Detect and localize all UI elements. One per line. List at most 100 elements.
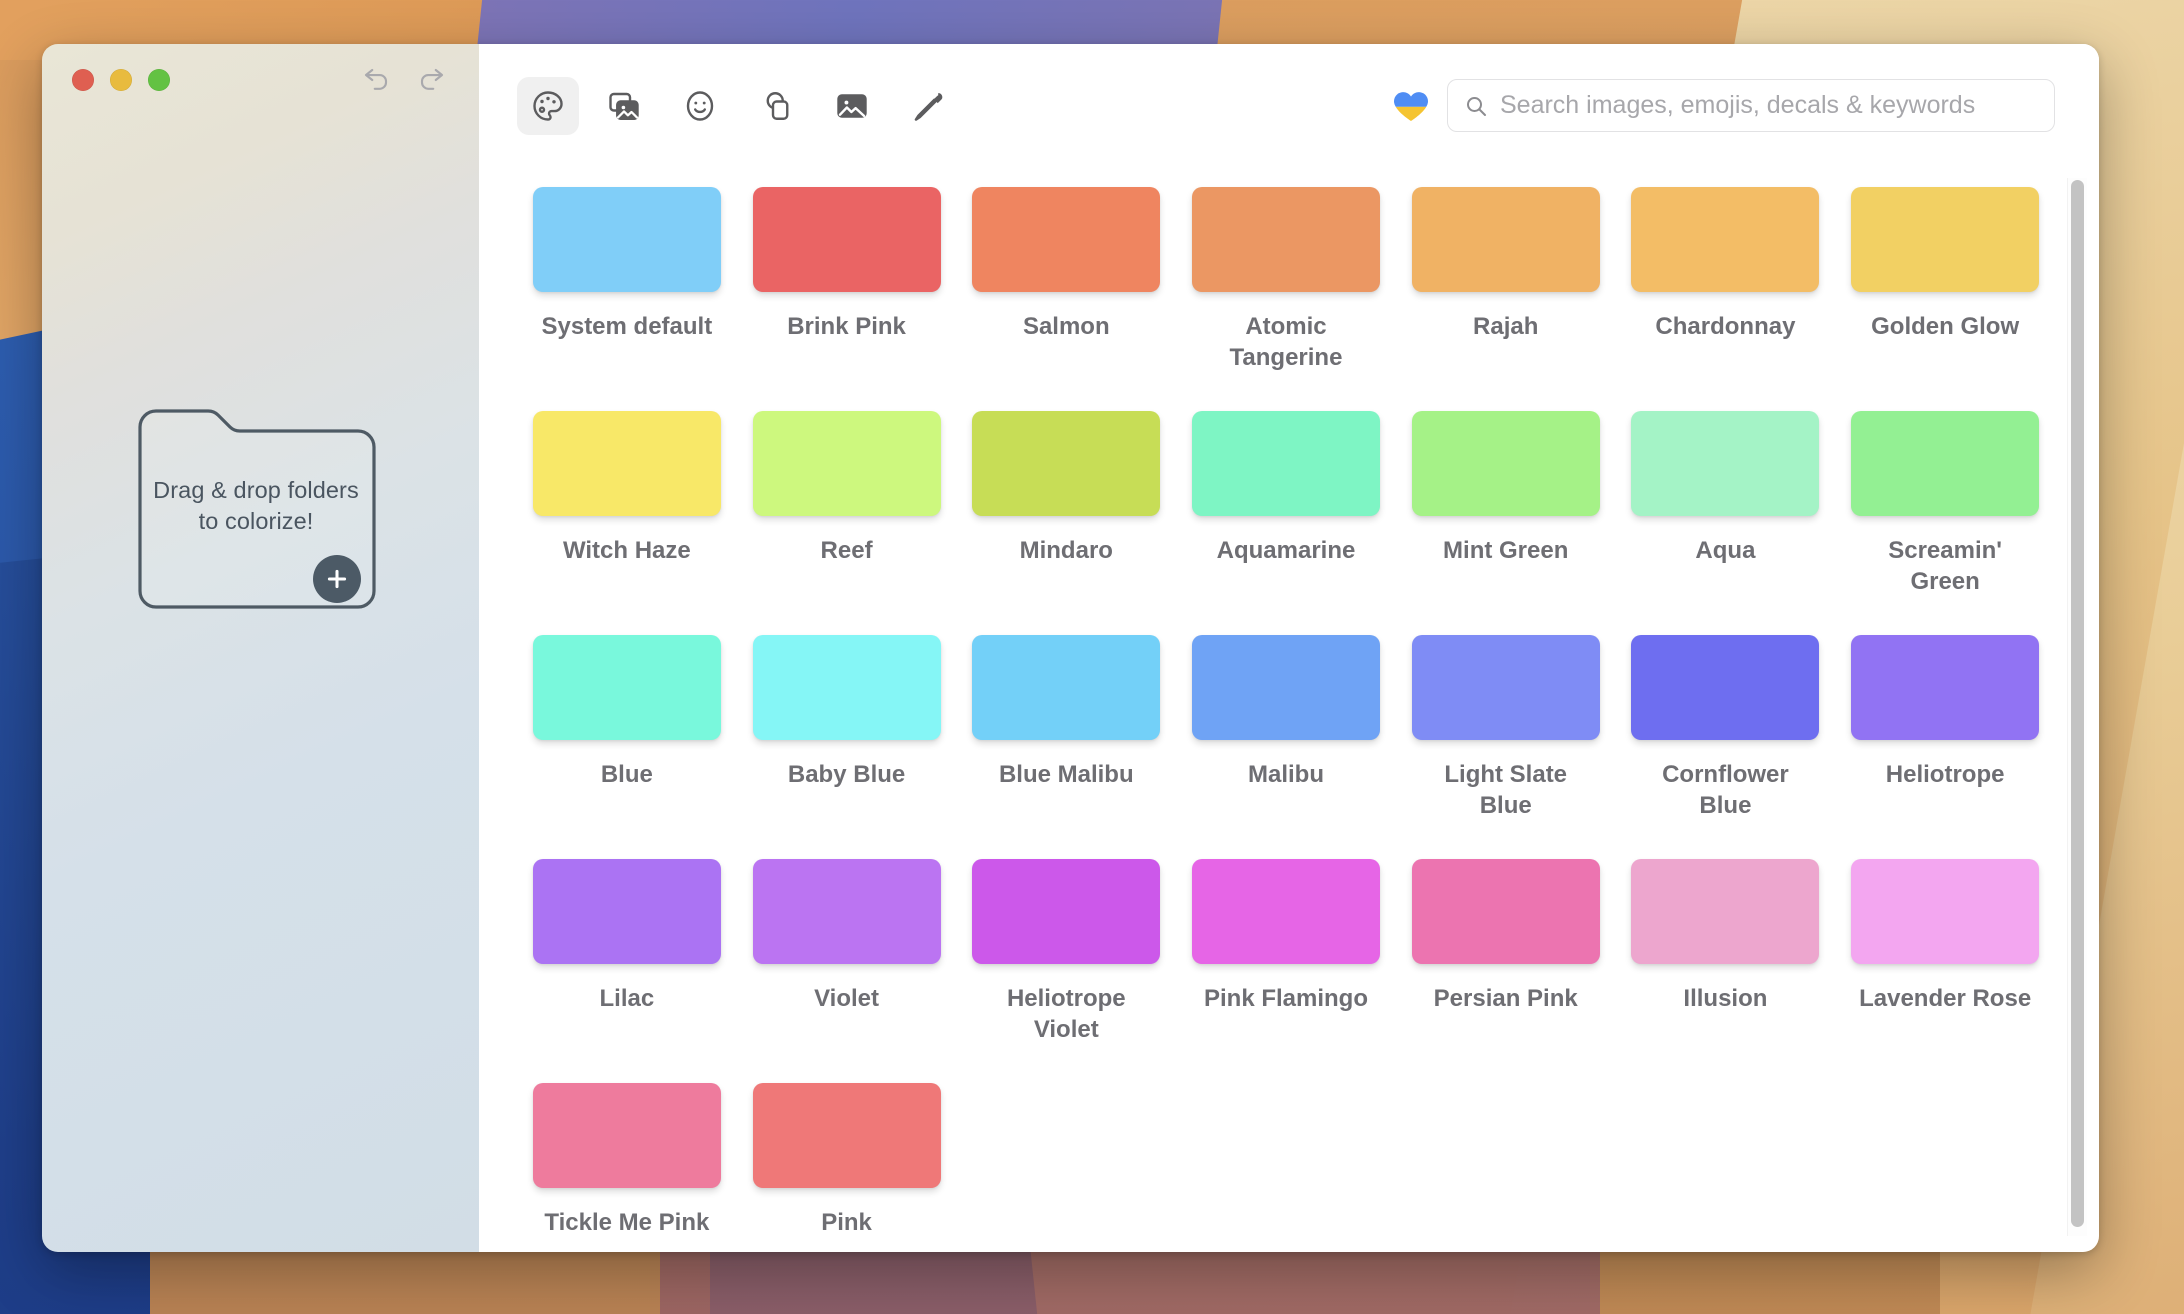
color-swatch-label: Salmon xyxy=(1022,313,1110,340)
tab-colors[interactable] xyxy=(517,76,579,135)
minimize-button[interactable] xyxy=(110,69,132,91)
color-swatch[interactable] xyxy=(1191,635,1380,740)
color-swatch-item[interactable]: Malibu xyxy=(1176,635,1396,859)
tab-color-picker[interactable] xyxy=(897,77,959,135)
search-icon xyxy=(1467,96,1486,116)
color-swatch-item[interactable]: Chardonnay xyxy=(1616,187,1836,411)
color-swatch-item[interactable]: Aquamarine xyxy=(1176,411,1396,635)
color-swatch-item[interactable]: Blue xyxy=(517,635,737,859)
smiley-icon xyxy=(686,90,714,121)
color-swatch[interactable] xyxy=(1191,187,1380,292)
color-swatch-item[interactable]: Pink Flamingo xyxy=(1176,859,1396,1083)
tab-shapes[interactable] xyxy=(745,77,807,135)
color-swatch-label: Chardonnay xyxy=(1655,313,1796,340)
color-swatch[interactable] xyxy=(752,859,941,964)
color-swatch-item[interactable]: Brink Pink xyxy=(737,187,957,411)
scrollbar-thumb[interactable] xyxy=(2071,180,2084,1228)
color-swatch[interactable] xyxy=(1411,411,1600,516)
color-swatch-item[interactable]: Aqua xyxy=(1616,411,1836,635)
color-swatch-item[interactable]: Pink xyxy=(737,1083,957,1252)
color-swatch-label: Blue xyxy=(600,761,653,788)
color-swatch[interactable] xyxy=(532,411,721,516)
color-swatch-item[interactable]: Screamin' Green xyxy=(1835,411,2055,635)
close-button[interactable] xyxy=(72,69,94,91)
vertical-scrollbar[interactable] xyxy=(2067,178,2087,1236)
color-swatch[interactable] xyxy=(752,187,941,292)
color-swatch-label: Heliotrope xyxy=(1885,761,2005,788)
color-swatch[interactable] xyxy=(1851,859,2040,964)
color-grid: System default Brink Pink Salmon Atomic Tan… xyxy=(517,187,2055,1252)
search-input[interactable] xyxy=(1500,91,2038,120)
color-swatch-label: Blue Malibu xyxy=(998,761,1134,788)
color-swatch[interactable] xyxy=(532,187,721,292)
color-swatch-item[interactable]: Mint Green xyxy=(1396,411,1616,635)
color-swatch-item[interactable]: Reef xyxy=(737,411,957,635)
desktop-wallpaper: Drag & drop folders to colorize! Search … xyxy=(0,0,2184,1314)
add-folder-button[interactable] xyxy=(313,555,361,603)
color-swatch[interactable] xyxy=(972,859,1161,964)
color-swatch[interactable] xyxy=(752,635,941,740)
color-swatch[interactable] xyxy=(532,1083,721,1188)
color-swatch-item[interactable]: Violet xyxy=(737,859,957,1083)
color-swatch[interactable] xyxy=(972,635,1161,740)
color-swatch-item[interactable]: Mindaro xyxy=(956,411,1176,635)
title-bar xyxy=(42,44,479,116)
zoom-button[interactable] xyxy=(148,69,170,91)
color-swatch-label: Reef xyxy=(820,537,873,564)
color-swatch-item[interactable]: System default xyxy=(517,187,737,411)
color-swatch-item[interactable]: Baby Blue xyxy=(737,635,957,859)
color-swatch[interactable] xyxy=(972,187,1161,292)
color-swatch[interactable] xyxy=(532,635,721,740)
ukraine-heart-icon[interactable] xyxy=(1391,86,1431,126)
color-swatch-label: Screamin' Green xyxy=(1888,537,2002,595)
color-swatch[interactable] xyxy=(972,411,1161,516)
color-swatch-item[interactable]: Salmon xyxy=(956,187,1176,411)
color-swatch-label: Mindaro xyxy=(1019,537,1113,564)
color-swatch[interactable] xyxy=(1851,411,2040,516)
tab-emojis[interactable] xyxy=(669,77,731,135)
color-swatch[interactable] xyxy=(1631,859,1820,964)
color-swatch-item[interactable]: Persian Pink xyxy=(1396,859,1616,1083)
color-swatch-item[interactable]: Heliotrope Violet xyxy=(956,859,1176,1083)
tab-picture[interactable] xyxy=(821,77,883,135)
color-swatch[interactable] xyxy=(752,1083,941,1188)
color-swatch-item[interactable]: Tickle Me Pink xyxy=(517,1083,737,1252)
color-swatch-label: System default xyxy=(541,313,713,340)
color-swatch-item[interactable]: Witch Haze xyxy=(517,411,737,635)
main-panel: System default Brink Pink Salmon Atomic Tan… xyxy=(479,44,2099,1252)
color-swatch[interactable] xyxy=(1631,187,1820,292)
undo-button[interactable] xyxy=(359,63,393,97)
color-swatch[interactable] xyxy=(1851,635,2040,740)
color-swatch-label: Cornflower Blue xyxy=(1662,761,1789,819)
tab-images[interactable] xyxy=(593,77,655,135)
color-grid-scroll-area[interactable]: System default Brink Pink Salmon Atomic Tan… xyxy=(479,167,2099,1252)
redo-icon xyxy=(420,68,444,90)
color-swatch[interactable] xyxy=(1631,411,1820,516)
color-swatch[interactable] xyxy=(1411,859,1600,964)
color-swatch[interactable] xyxy=(532,859,721,964)
color-swatch-item[interactable]: Atomic Tangerine xyxy=(1176,187,1396,411)
color-swatch-item[interactable]: Blue Malibu xyxy=(956,635,1176,859)
eyedropper-icon xyxy=(914,92,943,121)
color-swatch-item[interactable]: Golden Glow xyxy=(1835,187,2055,411)
color-swatch-item[interactable]: Rajah xyxy=(1396,187,1616,411)
redo-button[interactable] xyxy=(415,63,449,97)
color-swatch[interactable] xyxy=(1411,187,1600,292)
color-swatch-item[interactable]: Lilac xyxy=(517,859,737,1083)
color-swatch[interactable] xyxy=(1191,411,1380,516)
color-swatch-item[interactable]: Heliotrope xyxy=(1835,635,2055,859)
search-box[interactable] xyxy=(1447,79,2055,132)
color-swatch[interactable] xyxy=(1411,635,1600,740)
color-swatch-item[interactable]: Light Slate Blue xyxy=(1396,635,1616,859)
color-swatch[interactable] xyxy=(1191,859,1380,964)
color-swatch[interactable] xyxy=(1851,187,2040,292)
color-swatch-item[interactable]: Lavender Rose xyxy=(1835,859,2055,1083)
color-swatch[interactable] xyxy=(752,411,941,516)
history-controls xyxy=(359,63,449,97)
color-swatch[interactable] xyxy=(1631,635,1820,740)
color-swatch-item[interactable]: Cornflower Blue xyxy=(1616,635,1836,859)
photo-stack-icon xyxy=(609,92,639,120)
folder-dropzone[interactable]: Drag & drop folders to colorize! xyxy=(126,389,386,629)
color-swatch-label: Pink xyxy=(821,1209,872,1236)
color-swatch-item[interactable]: Illusion xyxy=(1616,859,1836,1083)
